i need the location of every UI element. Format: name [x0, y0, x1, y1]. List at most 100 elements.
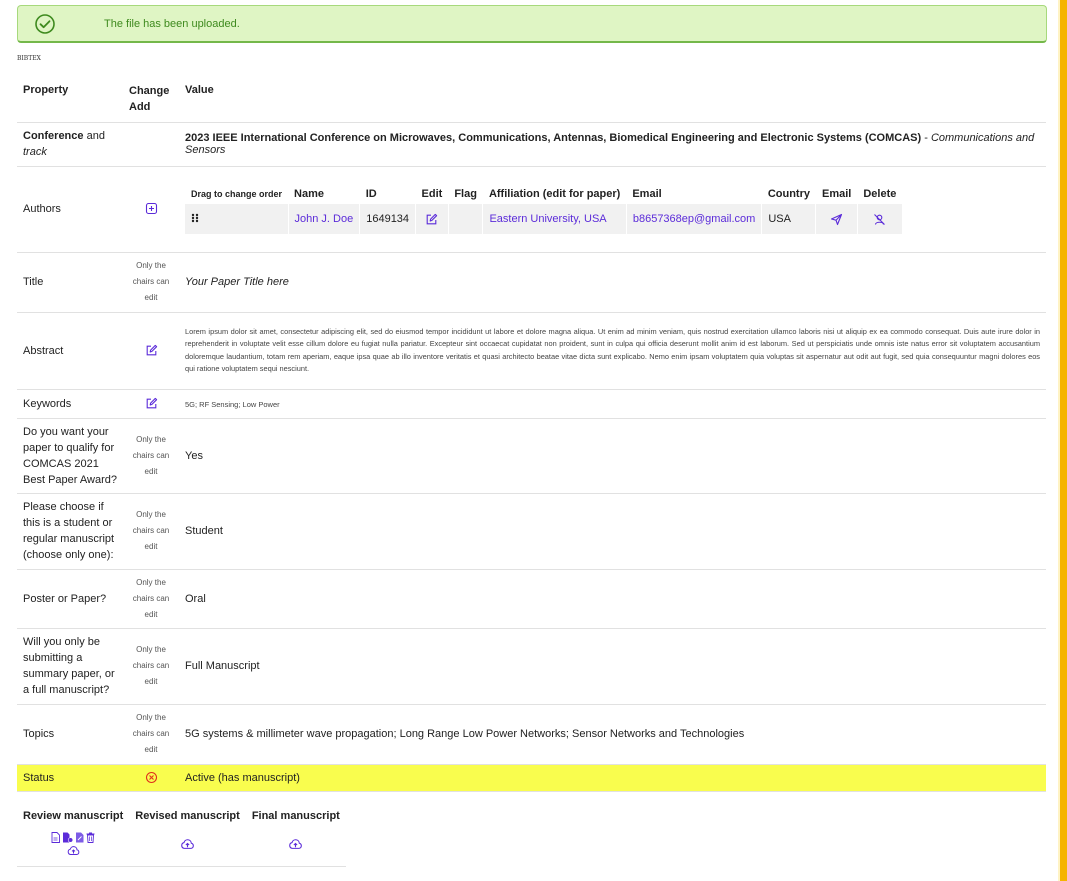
final-manuscript-cell: [245, 826, 346, 867]
col-delete: Delete: [863, 188, 897, 200]
abstract-change: [123, 312, 179, 390]
topics-label: Topics: [17, 704, 123, 765]
only-chairs-l3: edit: [144, 542, 158, 551]
drag-handle-icon[interactable]: [191, 213, 199, 223]
col-flag: Flag: [454, 188, 477, 200]
header-row: Property Change Add Value: [17, 77, 1046, 123]
send-icon[interactable]: [830, 213, 843, 226]
page-frame-right: [1058, 0, 1067, 881]
student-label: Please choose if this is a student or re…: [17, 493, 123, 570]
col-country: Country: [767, 188, 810, 200]
author-edit[interactable]: [415, 204, 449, 234]
col-change-label: Change: [129, 85, 170, 97]
authors-change: [123, 166, 179, 253]
revised-manuscript-cell: [129, 826, 246, 867]
only-chairs-l2: chairs can: [132, 729, 170, 738]
edit-icon[interactable]: [145, 344, 158, 357]
status-value: Active (has manuscript): [179, 764, 1046, 792]
manuscripts-row: [17, 826, 346, 867]
conference-label: Conference and track: [17, 122, 123, 167]
author-email[interactable]: b8657368ep@gmail.com: [626, 204, 763, 234]
cloud-upload-icon[interactable]: [180, 838, 195, 850]
col-value: Value: [179, 77, 1046, 123]
only-chairs-l2: chairs can: [132, 526, 170, 535]
edit-icon[interactable]: [145, 397, 158, 410]
only-chairs-l2: chairs can: [132, 277, 170, 286]
cloud-upload-icon[interactable]: [288, 838, 303, 850]
only-chairs-l3: edit: [144, 466, 158, 476]
abstract-label: Abstract: [17, 312, 123, 390]
title-label: Title: [17, 252, 123, 313]
only-chairs-l3: edit: [144, 609, 158, 619]
review-file-actions: [23, 832, 123, 844]
only-chairs-l3: edit: [144, 745, 158, 754]
review-manuscript-cell: [17, 826, 130, 867]
author-flag: [448, 204, 484, 234]
only-chairs-l2: chairs can: [132, 593, 170, 603]
status-change: [123, 764, 179, 792]
conference-value: 2023 IEEE International Conference on Mi…: [179, 122, 1046, 167]
student-change: Only the chairs can edit: [123, 493, 179, 570]
remove-user-icon[interactable]: [873, 213, 886, 226]
authors-value: Drag to change order Name ID Edit Flag A…: [179, 166, 1046, 253]
col-name: Name: [294, 188, 324, 200]
author-affiliation[interactable]: Eastern University, USA: [482, 204, 627, 234]
only-chairs-l2: chairs can: [132, 450, 170, 460]
title-value: Your Paper Title here: [179, 252, 1046, 313]
pdf-file-icon[interactable]: [51, 832, 61, 844]
authors-table: Drag to change order Name ID Edit Flag A…: [185, 184, 903, 234]
author-delete[interactable]: [857, 204, 903, 234]
poster-value: Oral: [179, 569, 1046, 629]
author-id: 1649134: [359, 204, 417, 234]
author-name[interactable]: John J. Doe: [288, 204, 361, 234]
poster-row: Poster or Paper? Only the chairs can edit …: [17, 569, 1046, 629]
topics-row: Topics Only the chairs can edit 5G systems…: [17, 704, 1046, 765]
best-paper-value: Yes: [179, 418, 1046, 494]
only-chairs-l3: edit: [144, 293, 158, 302]
poster-change: Only the chairs can edit: [123, 569, 179, 629]
abstract-value: Lorem ipsum dolor sit amet, consectetur …: [179, 312, 1046, 390]
col-add-label: Add: [129, 101, 151, 113]
file-edit-icon[interactable]: [75, 832, 84, 843]
only-chairs-l1: Only the: [136, 434, 166, 444]
best-paper-change: Only the chairs can edit: [123, 418, 179, 494]
only-chairs-l1: Only the: [136, 261, 166, 270]
authors-label: Authors: [17, 166, 123, 253]
conference-change: [123, 122, 179, 167]
only-chairs-l1: Only the: [136, 577, 166, 587]
keywords-value: 5G; RF Sensing; Low Power: [179, 389, 1046, 419]
conference-label-track: track: [23, 146, 47, 158]
keywords-label: Keywords: [17, 389, 123, 419]
keywords-text: 5G; RF Sensing; Low Power: [185, 399, 280, 409]
add-author-icon[interactable]: [145, 202, 158, 215]
col-review-manuscript: Review manuscript: [23, 810, 124, 822]
withdraw-icon[interactable]: [145, 771, 158, 784]
summary-change: Only the chairs can edit: [123, 628, 179, 705]
cloud-upload-icon[interactable]: [67, 845, 80, 856]
col-final-manuscript: Final manuscript: [251, 810, 340, 822]
author-send-email[interactable]: [815, 204, 858, 234]
poster-label: Poster or Paper?: [17, 569, 123, 629]
edit-icon[interactable]: [425, 213, 438, 226]
bibtex-link[interactable]: BIBTEX: [17, 55, 41, 62]
paper-properties-table: Property Change Add Value Conference and…: [17, 77, 1046, 792]
file-info-icon[interactable]: [62, 832, 74, 843]
best-paper-row: Do you want your paper to qualify for CO…: [17, 418, 1046, 494]
trash-icon[interactable]: [86, 832, 95, 844]
col-change: Change Add: [123, 77, 179, 123]
alert-message: The file has been uploaded.: [104, 17, 240, 30]
topics-value: 5G systems & millimeter wave propagation…: [179, 704, 1046, 765]
abstract-row: Abstract Lorem ipsum dolor sit amet, con…: [17, 312, 1046, 390]
status-row: Status Active (has manuscript): [17, 764, 1046, 792]
only-chairs-l1: Only the: [136, 713, 166, 722]
col-revised-manuscript: Revised manuscript: [135, 810, 240, 822]
col-email: Email: [632, 188, 662, 200]
drag-handle[interactable]: [185, 204, 289, 234]
manuscripts-header-row: Review manuscript Revised manuscript Fin…: [17, 800, 346, 826]
authors-header-row: Drag to change order Name ID Edit Flag A…: [185, 184, 902, 204]
status-label: Status: [17, 764, 123, 792]
col-drag: Drag to change order: [191, 189, 283, 199]
abstract-text: Lorem ipsum dolor sit amet, consectetur …: [185, 326, 1040, 374]
student-value: Student: [179, 493, 1046, 570]
conference-row: Conference and track 2023 IEEE Internati…: [17, 122, 1046, 167]
